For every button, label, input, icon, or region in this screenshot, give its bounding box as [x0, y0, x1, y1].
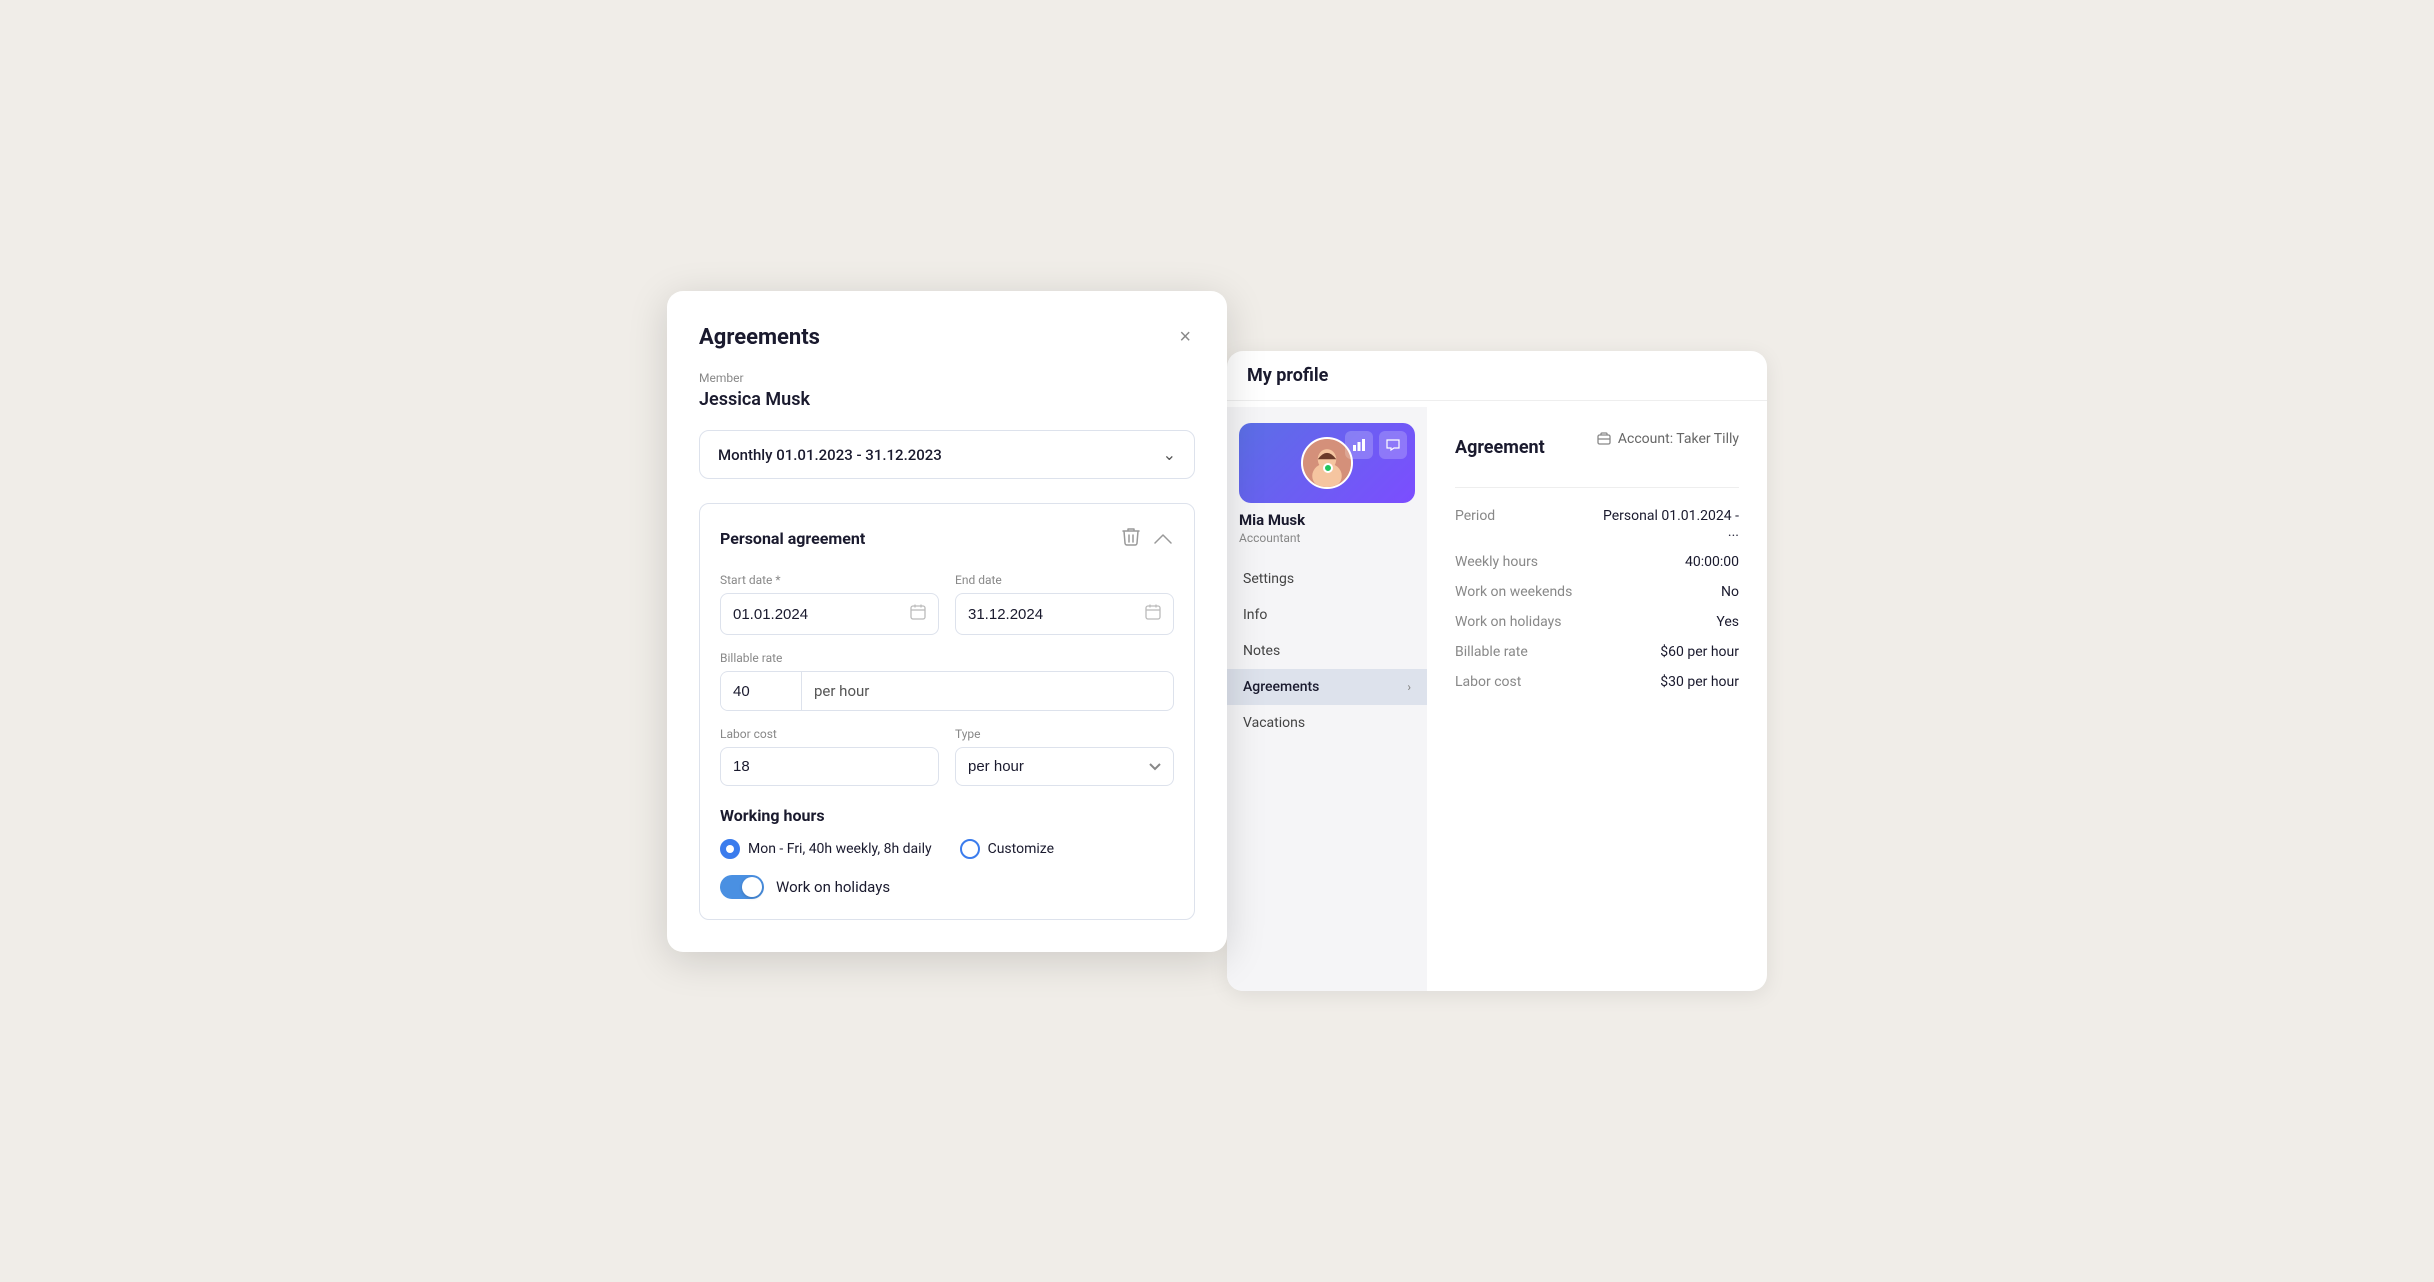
- period-value: Personal 01.01.2024 - ...: [1597, 508, 1739, 540]
- billable-rate-detail-label: Billable rate: [1455, 644, 1597, 660]
- work-on-holidays-toggle[interactable]: [720, 875, 764, 899]
- period-selector[interactable]: Monthly 01.01.2023 - 31.12.2023 ⌄: [699, 430, 1195, 479]
- billable-rate-field[interactable]: per hour: [720, 671, 1174, 711]
- period-label: Period: [1455, 508, 1597, 524]
- billable-rate-group: Billable rate per hour: [720, 651, 1174, 711]
- profile-content: Mia Musk Accountant Settings Info Notes …: [1227, 407, 1767, 991]
- agreement-section-title: Personal agreement: [720, 529, 865, 548]
- collapse-agreement-button[interactable]: [1152, 526, 1174, 551]
- weekly-hours-value: 40:00:00: [1597, 554, 1739, 570]
- weekly-hours-row: Weekly hours 40:00:00: [1455, 554, 1739, 570]
- profile-sidebar: Mia Musk Accountant Settings Info Notes …: [1227, 407, 1427, 991]
- user-card: Mia Musk Accountant: [1227, 423, 1427, 561]
- sidebar-item-notes[interactable]: Notes: [1227, 633, 1427, 669]
- profile-header-title: My profile: [1247, 365, 1328, 386]
- end-date-label: End date: [955, 573, 1174, 587]
- working-hours-title: Working hours: [720, 806, 1174, 825]
- type-label: Type: [955, 727, 1174, 741]
- user-name: Mia Musk: [1239, 511, 1415, 529]
- agreement-detail-header: Agreement Account: Taker Tilly: [1455, 431, 1739, 467]
- end-date-group: End date: [955, 573, 1174, 635]
- labor-cost-input[interactable]: [733, 758, 926, 775]
- labor-cost-detail-row: Labor cost $30 per hour: [1455, 674, 1739, 690]
- radio-option-default[interactable]: Mon - Fri, 40h weekly, 8h daily: [720, 839, 932, 859]
- radio-group: Mon - Fri, 40h weekly, 8h daily Customiz…: [720, 839, 1174, 859]
- work-holidays-value: Yes: [1597, 614, 1739, 630]
- chevron-down-icon: ⌄: [1163, 445, 1176, 464]
- date-row: Start date * End date: [720, 573, 1174, 635]
- radio-option-customize[interactable]: Customize: [960, 839, 1054, 859]
- end-date-input[interactable]: [968, 606, 1137, 623]
- end-date-calendar-icon: [1145, 604, 1161, 624]
- agreement-section-header: Personal agreement: [720, 524, 1174, 553]
- end-date-field[interactable]: [955, 593, 1174, 635]
- agreement-section: Personal agreement Sta: [699, 503, 1195, 920]
- agreement-detail-title: Agreement: [1455, 437, 1545, 458]
- delete-agreement-button[interactable]: [1120, 524, 1142, 553]
- modal-title: Agreements: [699, 325, 820, 350]
- sidebar-item-settings[interactable]: Settings: [1227, 561, 1427, 597]
- profile-header: My profile: [1227, 351, 1767, 401]
- labor-cost-detail-value: $30 per hour: [1597, 674, 1739, 690]
- labor-cost-group: Labor cost: [720, 727, 939, 786]
- work-holidays-label: Work on holidays: [1455, 614, 1597, 630]
- period-selector-text: Monthly 01.01.2023 - 31.12.2023: [718, 446, 942, 464]
- start-date-label: Start date *: [720, 573, 939, 587]
- start-date-input[interactable]: [733, 606, 902, 623]
- start-date-calendar-icon: [910, 604, 926, 624]
- member-name: Jessica Musk: [699, 389, 1195, 410]
- labor-cost-field[interactable]: [720, 747, 939, 786]
- agreement-account: Account: Taker Tilly: [1596, 431, 1739, 447]
- avatar-icons: [1345, 431, 1407, 459]
- agreement-section-actions: [1120, 524, 1174, 553]
- work-weekends-row: Work on weekends No: [1455, 584, 1739, 600]
- sidebar-item-agreements[interactable]: Agreements ›: [1227, 669, 1427, 705]
- type-select[interactable]: per hour per day per month: [955, 747, 1174, 786]
- radio-filled-icon: [720, 839, 740, 859]
- labor-cost-detail-label: Labor cost: [1455, 674, 1597, 690]
- avatar-area: [1239, 423, 1415, 503]
- work-weekends-label: Work on weekends: [1455, 584, 1597, 600]
- user-role: Accountant: [1239, 531, 1415, 545]
- nav-chevron-icon: ›: [1407, 680, 1411, 694]
- profile-panel: My profile: [1227, 351, 1767, 991]
- close-button[interactable]: ×: [1175, 323, 1195, 351]
- start-date-field[interactable]: [720, 593, 939, 635]
- work-holidays-row: Work on holidays Yes: [1455, 614, 1739, 630]
- start-date-group: Start date *: [720, 573, 939, 635]
- radio-empty-icon: [960, 839, 980, 859]
- agreements-modal: Agreements × Member Jessica Musk Monthly…: [667, 291, 1227, 952]
- period-row: Period Personal 01.01.2024 - ...: [1455, 508, 1739, 540]
- labor-cost-label: Labor cost: [720, 727, 939, 741]
- labor-type-row: Labor cost Type per hour per day per mon…: [720, 727, 1174, 786]
- bar-chart-icon-btn[interactable]: [1345, 431, 1373, 459]
- billable-rate-unit: per hour: [801, 672, 1173, 710]
- online-status-dot: [1323, 463, 1333, 473]
- billable-rate-input[interactable]: [721, 673, 801, 710]
- message-icon-btn[interactable]: [1379, 431, 1407, 459]
- work-weekends-value: No: [1597, 584, 1739, 600]
- account-label: Account: Taker Tilly: [1618, 431, 1739, 447]
- radio-label-default: Mon - Fri, 40h weekly, 8h daily: [748, 841, 932, 857]
- toggle-label: Work on holidays: [776, 878, 890, 896]
- billable-rate-detail-row: Billable rate $60 per hour: [1455, 644, 1739, 660]
- toggle-row: Work on holidays: [720, 875, 1174, 899]
- type-group: Type per hour per day per month: [955, 727, 1174, 786]
- billable-rate-detail-value: $60 per hour: [1597, 644, 1739, 660]
- member-label: Member: [699, 371, 1195, 385]
- billable-rate-label: Billable rate: [720, 651, 1174, 665]
- agreement-detail-panel: Agreement Account: Taker Tilly Period Pe…: [1427, 407, 1767, 991]
- divider: [1455, 487, 1739, 488]
- modal-header: Agreements ×: [699, 323, 1195, 351]
- sidebar-item-vacations[interactable]: Vacations: [1227, 705, 1427, 741]
- sidebar-item-info[interactable]: Info: [1227, 597, 1427, 633]
- radio-label-customize: Customize: [988, 841, 1054, 857]
- weekly-hours-label: Weekly hours: [1455, 554, 1597, 570]
